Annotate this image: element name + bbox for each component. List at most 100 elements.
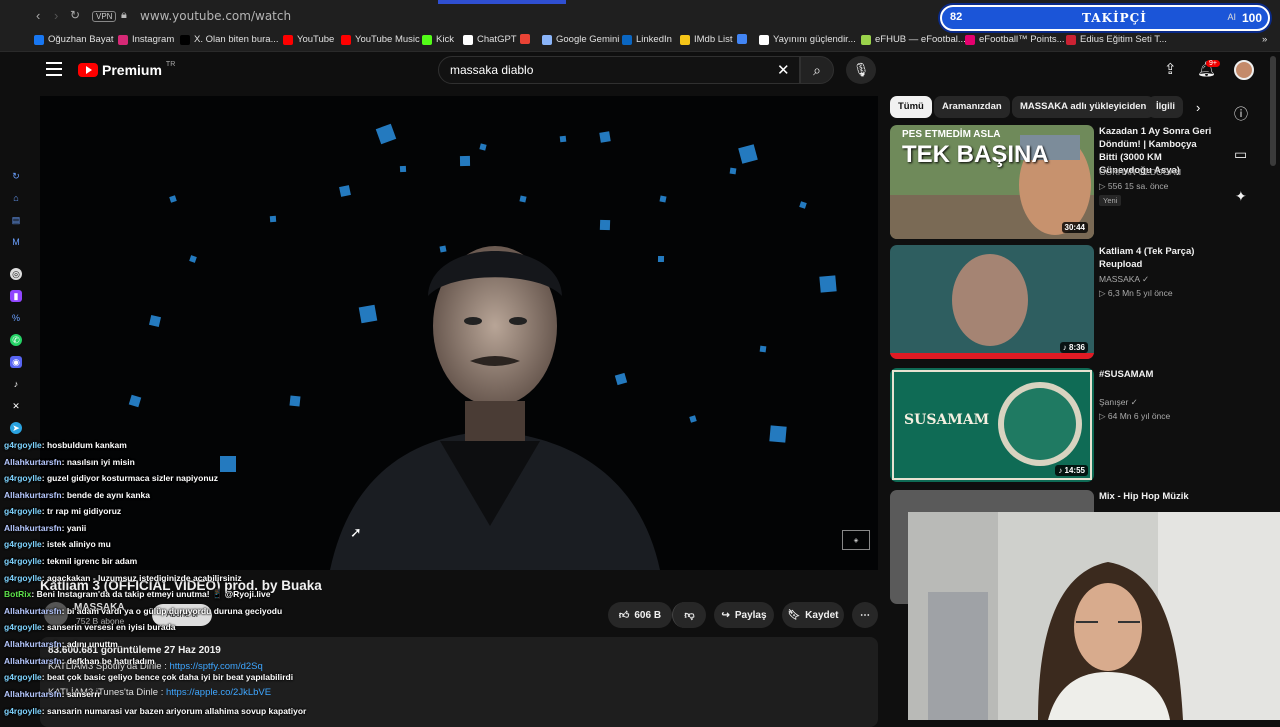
chat-icon[interactable]: ▭: [1234, 146, 1247, 163]
youtube-logo[interactable]: Premium TR: [78, 61, 175, 78]
chat-username[interactable]: g4rgoylle: [4, 706, 42, 716]
bookmark-item[interactable]: IMdb List: [680, 34, 733, 45]
bookmark-item[interactable]: [520, 34, 534, 44]
follower-label: TAKİPÇİ: [1082, 11, 1147, 25]
bookmark-item[interactable]: eFHUB — eFootbal...: [861, 34, 966, 45]
menu-icon[interactable]: [46, 62, 62, 76]
search-input[interactable]: massaka diablo: [450, 63, 533, 77]
filter-chip[interactable]: MASSAKA adlı yükleyiciden: [1012, 96, 1155, 118]
bookmark-item[interactable]: YouTube Music: [341, 34, 420, 45]
recommended-title[interactable]: Katliam 4 (Tek Parça) Reupload: [1099, 245, 1214, 271]
wallet-icon[interactable]: ▤: [10, 214, 22, 226]
bookmarks-overflow-icon[interactable]: »: [1262, 34, 1267, 45]
search-button[interactable]: ⌕: [800, 56, 834, 84]
webcam-overlay: [908, 512, 1280, 720]
filter-chip[interactable]: Tümü: [890, 96, 932, 118]
percent-icon[interactable]: %: [10, 312, 22, 324]
bookmark-item[interactable]: Instagram: [118, 34, 174, 45]
light-square: [189, 255, 197, 263]
bookmark-item[interactable]: eFootball™ Points...: [965, 34, 1065, 45]
recommended-title[interactable]: Mix - Hip Hop Müzik: [1099, 490, 1214, 503]
filter-chip[interactable]: Aramanızdan: [934, 96, 1010, 118]
recommended-video[interactable]: ♪ 8:36 Katliam 4 (Tek Parça) Reupload MASS…: [890, 245, 1210, 361]
chat-username[interactable]: g4rgoylle: [4, 440, 42, 450]
back-icon[interactable]: ‹: [36, 8, 40, 23]
bookmark-favicon-icon: [965, 34, 975, 45]
bookmark-item[interactable]: [737, 34, 751, 44]
forward-icon[interactable]: ›: [54, 8, 58, 23]
tiktok-icon[interactable]: ♪: [10, 378, 22, 390]
bookmark-label: Edius Eğitim Seti T...: [1080, 34, 1167, 45]
bookmark-item[interactable]: X. Olan biten bura...: [180, 34, 279, 45]
bookmark-label: YouTube: [297, 34, 335, 45]
recommended-title[interactable]: #SUSAMAM: [1099, 368, 1214, 381]
video-duration: ♪ 14:55: [1055, 465, 1088, 476]
chat-username[interactable]: Allahkurtarsfn: [4, 656, 62, 666]
sparkle-icon[interactable]: ✦: [1235, 188, 1247, 205]
bookmark-item[interactable]: LinkedIn: [622, 34, 672, 45]
bookmark-item[interactable]: YouTube: [283, 34, 334, 45]
recommended-video[interactable]: PES ETMEDİM ASLA TEK BAŞINA 30:44 Kazadan 1…: [890, 125, 1211, 241]
info-icon[interactable]: ⓘ: [1234, 104, 1248, 124]
video-thumbnail[interactable]: PES ETMEDİM ASLA TEK BAŞINA 30:44: [890, 125, 1094, 239]
bookmark-item[interactable]: ChatGPT: [463, 34, 517, 45]
discord-icon[interactable]: ◉: [10, 356, 22, 368]
bookmark-favicon-icon: [341, 34, 351, 45]
chevron-right-icon[interactable]: ›: [1196, 100, 1200, 115]
m-icon[interactable]: M: [10, 236, 22, 248]
whatsapp-icon[interactable]: ✆: [10, 334, 22, 346]
chatgpt-icon[interactable]: ◎: [10, 268, 22, 280]
clear-search-icon[interactable]: ✕: [777, 61, 790, 79]
like-button[interactable]: 👍︎ 606 B: [608, 602, 672, 628]
bookmark-item[interactable]: Google Gemini: [542, 34, 619, 45]
light-square: [399, 165, 407, 173]
chat-username[interactable]: Allahkurtarsfn: [4, 639, 62, 649]
chat-username[interactable]: g4rgoylle: [4, 672, 42, 682]
chat-username[interactable]: g4rgoylle: [4, 506, 42, 516]
chat-text: : Beni Instagram'da da takip etmeyi unut…: [31, 589, 271, 599]
url-field[interactable]: www.youtube.com/watch: [140, 9, 291, 23]
chat-username[interactable]: Allahkurtarsfn: [4, 457, 62, 467]
recommended-channel[interactable]: Şanışer ✓: [1099, 397, 1138, 408]
bookmark-item[interactable]: Edius Eğitim Seti T...: [1066, 34, 1167, 45]
chat-username[interactable]: Allahkurtarsfn: [4, 490, 62, 500]
chat-username[interactable]: Allahkurtarsfn: [4, 606, 62, 616]
recommended-video[interactable]: SUSAMAM ♪ 14:55 #SUSAMAM Şanışer ✓ ▷ 64 Mn 6…: [890, 368, 1210, 484]
chat-username[interactable]: g4rgoylle: [4, 473, 42, 483]
reload-icon[interactable]: ↻: [70, 8, 80, 22]
history-icon[interactable]: ↻: [10, 170, 22, 182]
bag-icon[interactable]: ⌂: [10, 192, 22, 204]
bookmark-item[interactable]: Oğuzhan Bayat: [34, 34, 114, 45]
x-icon[interactable]: ✕: [10, 400, 22, 412]
chat-username[interactable]: Allahkurtarsfn: [4, 523, 62, 533]
share-button[interactable]: ↪ Paylaş: [714, 602, 774, 628]
chat-message: Allahkurtarsfn: defkhan be hatırladım: [4, 656, 155, 666]
twitch-icon[interactable]: ▮: [10, 290, 22, 302]
chat-username[interactable]: g4rgoylle: [4, 539, 42, 549]
lock-icon[interactable]: 🔒︎: [121, 9, 127, 22]
chat-username[interactable]: BotRix: [4, 589, 31, 599]
avatar[interactable]: [1234, 60, 1254, 80]
vpn-badge[interactable]: VPN: [92, 11, 117, 22]
search-box[interactable]: massaka diablo ✕: [438, 56, 800, 84]
chat-username[interactable]: g4rgoylle: [4, 556, 42, 566]
chat-username[interactable]: g4rgoylle: [4, 622, 42, 632]
video-thumbnail[interactable]: ♪ 8:36: [890, 245, 1094, 359]
more-actions-button[interactable]: ⋯: [852, 602, 878, 628]
chat-username[interactable]: Allahkurtarsfn: [4, 689, 62, 699]
video-thumbnail[interactable]: SUSAMAM ♪ 14:55: [890, 368, 1094, 482]
voice-search-button[interactable]: 🎙︎: [846, 56, 876, 84]
recommended-channel[interactable]: GÖKHAN ÖZDOĞAN: [1099, 167, 1181, 177]
bookmark-item[interactable]: Yayınını güçlendir...: [759, 34, 856, 45]
filter-chip[interactable]: İlgili: [1148, 96, 1183, 118]
telegram-icon[interactable]: ➤: [10, 422, 22, 434]
create-icon[interactable]: ⇪: [1164, 60, 1177, 78]
bookmark-favicon-icon: [283, 34, 293, 45]
bookmark-item[interactable]: Kick: [422, 34, 454, 45]
dislike-button[interactable]: 👎︎: [672, 602, 706, 628]
scrollbar[interactable]: [1270, 56, 1276, 166]
filter-chips: Tümü Aramanızdan MASSAKA adlı yükleyiciden…: [890, 96, 1210, 118]
chat-username[interactable]: g4rgoylle: [4, 573, 42, 583]
recommended-channel[interactable]: MASSAKA ✓: [1099, 274, 1149, 285]
save-button[interactable]: 🔖︎ Kaydet: [782, 602, 844, 628]
